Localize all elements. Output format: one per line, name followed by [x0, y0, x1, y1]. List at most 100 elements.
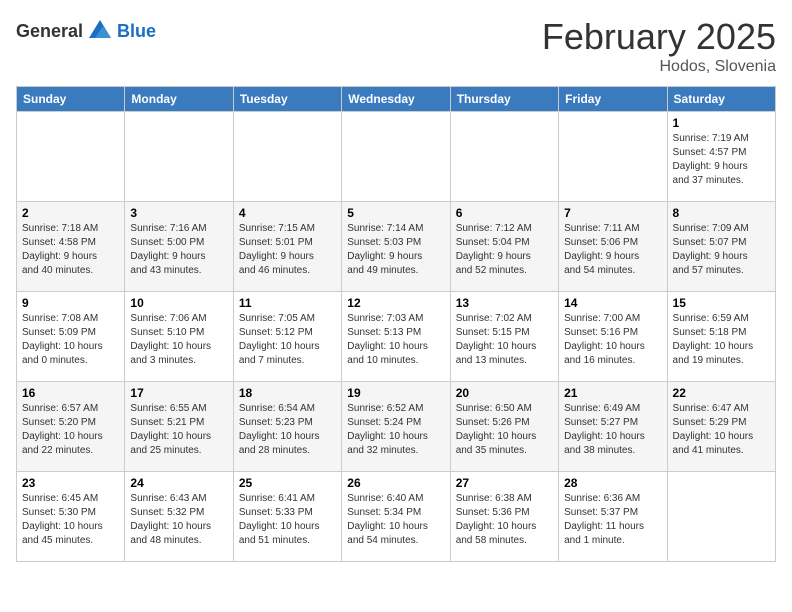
day-number: 3	[130, 206, 227, 220]
week-row-2: 2 Sunrise: 7:18 AM Sunset: 4:58 PM Daylig…	[17, 202, 776, 292]
day-cell	[342, 112, 450, 202]
day-cell: 23Sunrise: 6:45 AM Sunset: 5:30 PM Dayli…	[17, 472, 125, 562]
day-info: Sunrise: 6:50 AM Sunset: 5:26 PM Dayligh…	[456, 402, 553, 458]
day-number: 28	[564, 476, 661, 490]
day-cell: 6 Sunrise: 7:12 AM Sunset: 5:04 PM Daylig…	[450, 202, 558, 292]
day-cell: 15 Sunrise: 6:59 AM Sunset: 5:18 PM Dayli…	[667, 292, 775, 382]
day-cell: 3 Sunrise: 7:16 AM Sunset: 5:00 PM Daylig…	[125, 202, 233, 292]
day-cell: 24 Sunrise: 6:43 AM Sunset: 5:32 PM Dayli…	[125, 472, 233, 562]
day-info: Sunrise: 7:09 AM Sunset: 5:07 PM Dayligh…	[673, 222, 770, 278]
logo-icon	[85, 16, 115, 46]
week-row-3: 9 Sunrise: 7:08 AM Sunset: 5:09 PM Daylig…	[17, 292, 776, 382]
day-number: 19	[347, 386, 444, 400]
day-info: Sunrise: 7:12 AM Sunset: 5:04 PM Dayligh…	[456, 222, 553, 278]
day-cell	[559, 112, 667, 202]
day-cell: 4 Sunrise: 7:15 AM Sunset: 5:01 PM Daylig…	[233, 202, 341, 292]
day-info: Sunrise: 7:02 AM Sunset: 5:15 PM Dayligh…	[456, 312, 553, 368]
day-info: Sunrise: 7:03 AM Sunset: 5:13 PM Dayligh…	[347, 312, 444, 368]
weekday-header-row: SundayMondayTuesdayWednesdayThursdayFrid…	[17, 87, 776, 112]
day-number: 21	[564, 386, 661, 400]
logo-general-text: General	[16, 21, 83, 42]
weekday-header-tuesday: Tuesday	[233, 87, 341, 112]
day-cell: 16Sunrise: 6:57 AM Sunset: 5:20 PM Dayli…	[17, 382, 125, 472]
day-info: Sunrise: 7:18 AM Sunset: 4:58 PM Dayligh…	[22, 222, 119, 278]
day-info: Sunrise: 6:59 AM Sunset: 5:18 PM Dayligh…	[673, 312, 770, 368]
day-info: Sunrise: 6:54 AM Sunset: 5:23 PM Dayligh…	[239, 402, 336, 458]
day-info: Sunrise: 6:43 AM Sunset: 5:32 PM Dayligh…	[130, 492, 227, 548]
day-info: Sunrise: 6:52 AM Sunset: 5:24 PM Dayligh…	[347, 402, 444, 458]
day-cell	[125, 112, 233, 202]
day-number: 9	[22, 296, 119, 310]
day-number: 4	[239, 206, 336, 220]
day-cell: 2 Sunrise: 7:18 AM Sunset: 4:58 PM Daylig…	[17, 202, 125, 292]
day-cell: 10 Sunrise: 7:06 AM Sunset: 5:10 PM Dayli…	[125, 292, 233, 382]
day-number: 15	[673, 296, 770, 310]
day-number: 12	[347, 296, 444, 310]
day-cell: 17 Sunrise: 6:55 AM Sunset: 5:21 PM Dayli…	[125, 382, 233, 472]
weekday-header-thursday: Thursday	[450, 87, 558, 112]
day-info: Sunrise: 6:47 AM Sunset: 5:29 PM Dayligh…	[673, 402, 770, 458]
day-number: 7	[564, 206, 661, 220]
day-number: 24	[130, 476, 227, 490]
day-info: Sunrise: 7:11 AM Sunset: 5:06 PM Dayligh…	[564, 222, 661, 278]
page-header: General Blue February 2025 Hodos, Sloven…	[16, 16, 776, 76]
day-number: 2	[22, 206, 119, 220]
day-info: Sunrise: 7:08 AM Sunset: 5:09 PM Dayligh…	[22, 312, 119, 368]
day-cell: 14 Sunrise: 7:00 AM Sunset: 5:16 PM Dayli…	[559, 292, 667, 382]
day-info: Sunrise: 7:00 AM Sunset: 5:16 PM Dayligh…	[564, 312, 661, 368]
day-cell: 28Sunrise: 6:36 AM Sunset: 5:37 PM Dayli…	[559, 472, 667, 562]
day-info: Sunrise: 7:06 AM Sunset: 5:10 PM Dayligh…	[130, 312, 227, 368]
day-cell: 26Sunrise: 6:40 AM Sunset: 5:34 PM Dayli…	[342, 472, 450, 562]
day-info: Sunrise: 6:45 AM Sunset: 5:30 PM Dayligh…	[22, 492, 119, 548]
day-cell	[667, 472, 775, 562]
day-number: 10	[130, 296, 227, 310]
day-cell: 18Sunrise: 6:54 AM Sunset: 5:23 PM Dayli…	[233, 382, 341, 472]
day-cell: 11Sunrise: 7:05 AM Sunset: 5:12 PM Dayli…	[233, 292, 341, 382]
calendar-table: SundayMondayTuesdayWednesdayThursdayFrid…	[16, 86, 776, 562]
day-number: 27	[456, 476, 553, 490]
day-cell: 5 Sunrise: 7:14 AM Sunset: 5:03 PM Daylig…	[342, 202, 450, 292]
day-info: Sunrise: 6:38 AM Sunset: 5:36 PM Dayligh…	[456, 492, 553, 548]
logo: General Blue	[16, 16, 156, 46]
month-year-title: February 2025	[542, 16, 776, 58]
day-cell: 21 Sunrise: 6:49 AM Sunset: 5:27 PM Dayli…	[559, 382, 667, 472]
day-info: Sunrise: 6:41 AM Sunset: 5:33 PM Dayligh…	[239, 492, 336, 548]
day-info: Sunrise: 6:49 AM Sunset: 5:27 PM Dayligh…	[564, 402, 661, 458]
day-number: 17	[130, 386, 227, 400]
day-cell: 1Sunrise: 7:19 AM Sunset: 4:57 PM Daylig…	[667, 112, 775, 202]
day-number: 22	[673, 386, 770, 400]
logo-blue-text: Blue	[117, 21, 156, 42]
day-number: 5	[347, 206, 444, 220]
day-cell	[17, 112, 125, 202]
day-cell: 9 Sunrise: 7:08 AM Sunset: 5:09 PM Daylig…	[17, 292, 125, 382]
week-row-1: 1Sunrise: 7:19 AM Sunset: 4:57 PM Daylig…	[17, 112, 776, 202]
week-row-4: 16Sunrise: 6:57 AM Sunset: 5:20 PM Dayli…	[17, 382, 776, 472]
day-cell: 20Sunrise: 6:50 AM Sunset: 5:26 PM Dayli…	[450, 382, 558, 472]
day-number: 11	[239, 296, 336, 310]
day-info: Sunrise: 7:19 AM Sunset: 4:57 PM Dayligh…	[673, 132, 770, 188]
day-cell	[233, 112, 341, 202]
day-number: 8	[673, 206, 770, 220]
week-row-5: 23Sunrise: 6:45 AM Sunset: 5:30 PM Dayli…	[17, 472, 776, 562]
day-info: Sunrise: 7:15 AM Sunset: 5:01 PM Dayligh…	[239, 222, 336, 278]
day-info: Sunrise: 6:57 AM Sunset: 5:20 PM Dayligh…	[22, 402, 119, 458]
day-cell: 27 Sunrise: 6:38 AM Sunset: 5:36 PM Dayli…	[450, 472, 558, 562]
day-cell: 12 Sunrise: 7:03 AM Sunset: 5:13 PM Dayli…	[342, 292, 450, 382]
weekday-header-saturday: Saturday	[667, 87, 775, 112]
day-info: Sunrise: 6:55 AM Sunset: 5:21 PM Dayligh…	[130, 402, 227, 458]
weekday-header-wednesday: Wednesday	[342, 87, 450, 112]
day-cell: 13 Sunrise: 7:02 AM Sunset: 5:15 PM Dayli…	[450, 292, 558, 382]
day-cell: 19 Sunrise: 6:52 AM Sunset: 5:24 PM Dayli…	[342, 382, 450, 472]
title-block: February 2025 Hodos, Slovenia	[542, 16, 776, 76]
weekday-header-monday: Monday	[125, 87, 233, 112]
day-number: 25	[239, 476, 336, 490]
day-number: 26	[347, 476, 444, 490]
day-cell: 22 Sunrise: 6:47 AM Sunset: 5:29 PM Dayli…	[667, 382, 775, 472]
day-number: 13	[456, 296, 553, 310]
day-cell: 7 Sunrise: 7:11 AM Sunset: 5:06 PM Daylig…	[559, 202, 667, 292]
day-info: Sunrise: 7:14 AM Sunset: 5:03 PM Dayligh…	[347, 222, 444, 278]
day-number: 6	[456, 206, 553, 220]
day-cell	[450, 112, 558, 202]
day-number: 14	[564, 296, 661, 310]
day-info: Sunrise: 7:16 AM Sunset: 5:00 PM Dayligh…	[130, 222, 227, 278]
